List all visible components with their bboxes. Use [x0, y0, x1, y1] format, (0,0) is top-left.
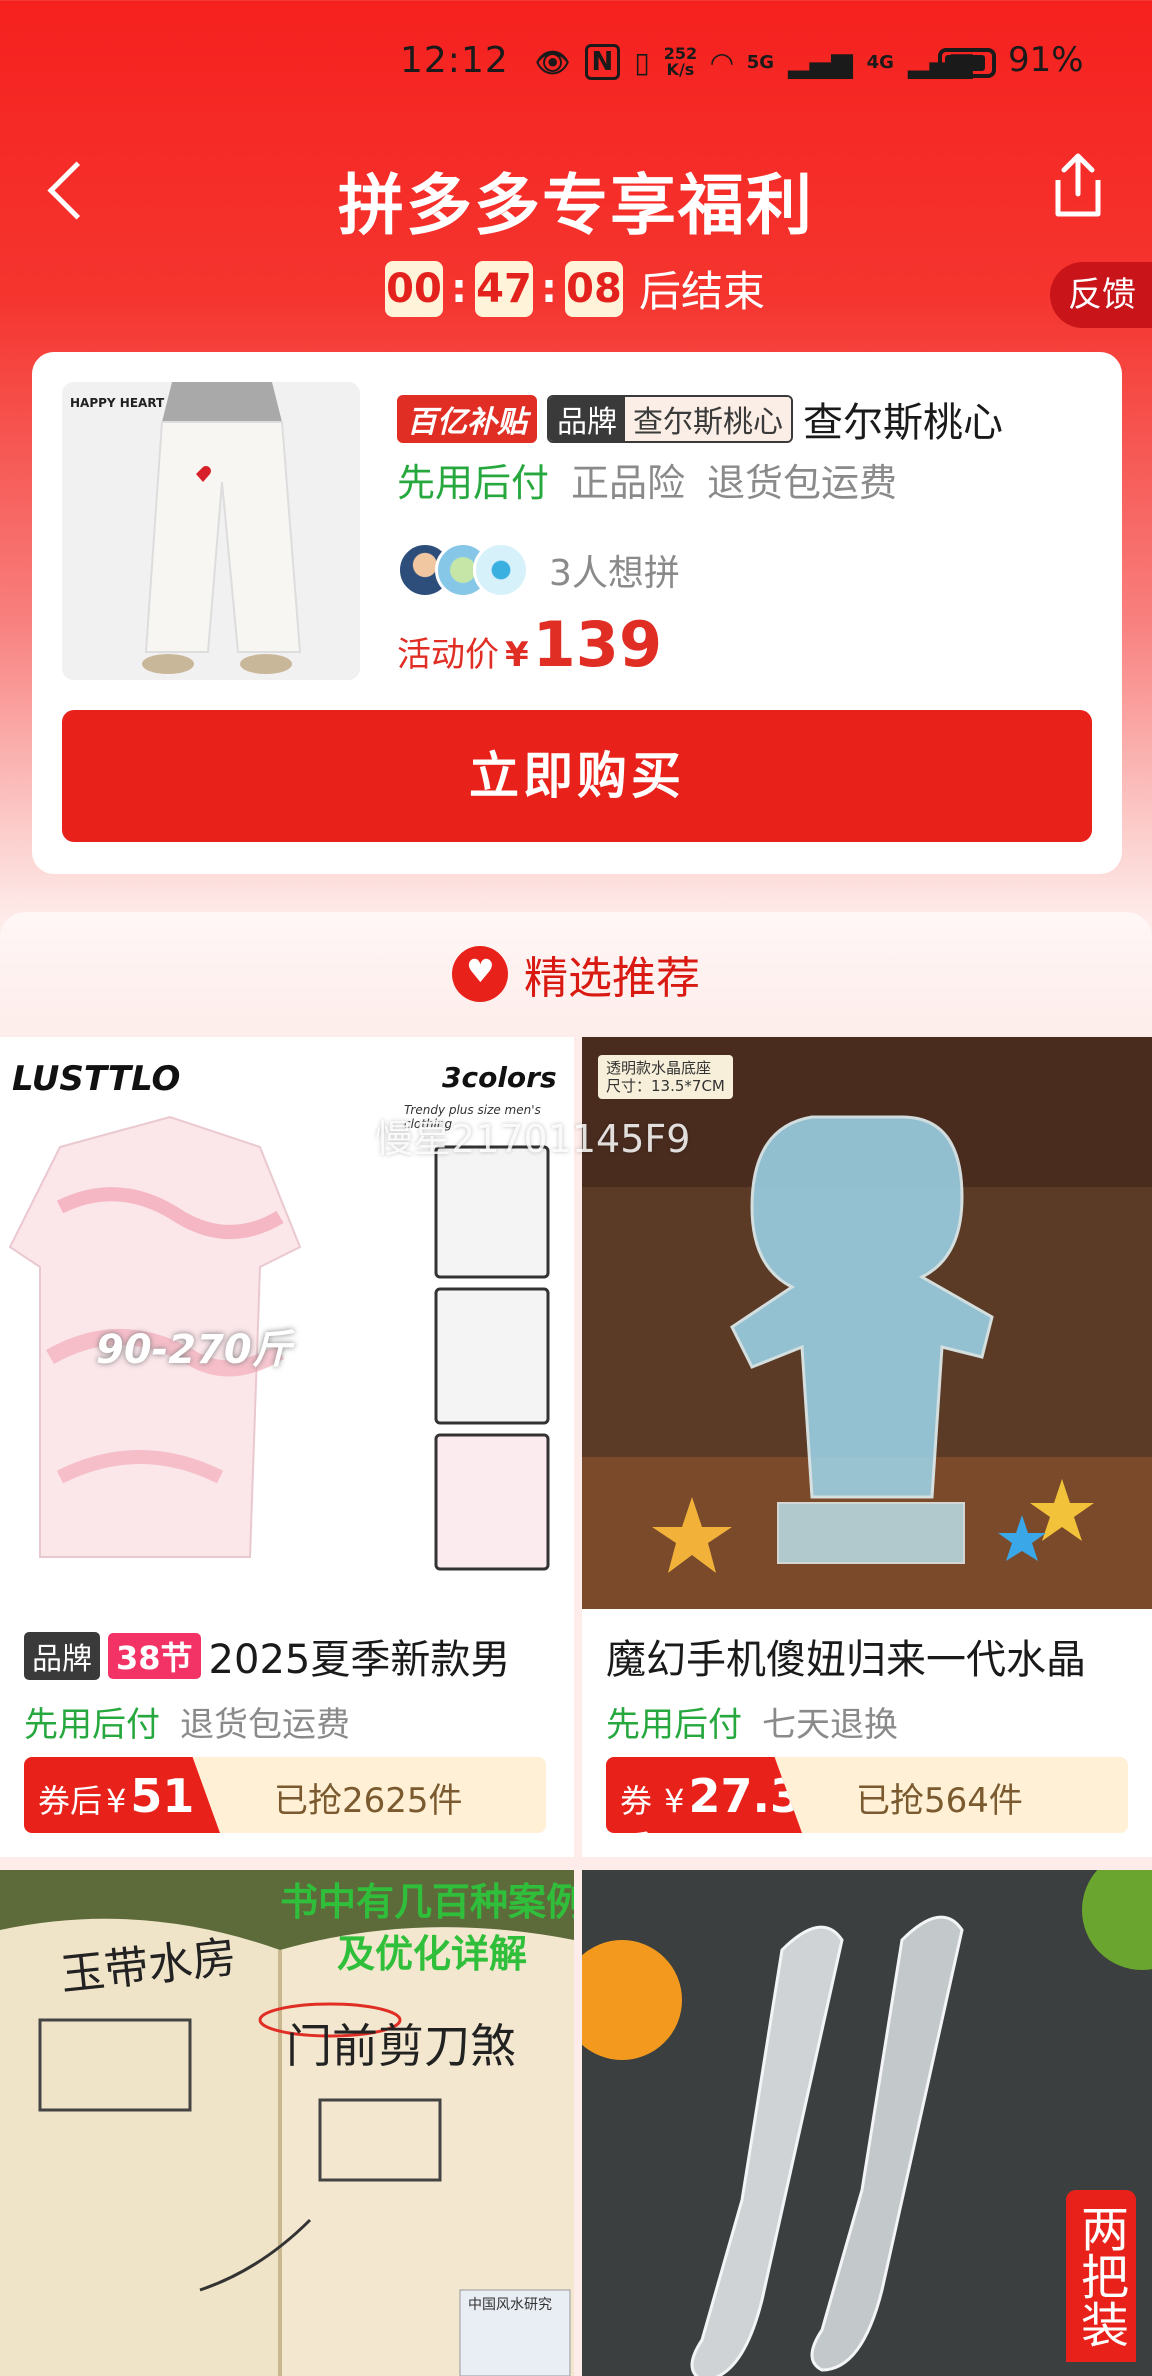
image-size-text: 90-270斤 [96, 1327, 292, 1373]
coupon-price-bar: 券后 ¥ 51 已抢2625件 [24, 1757, 546, 1833]
status-bar: 12:12 👁 N ▯ 252 K/s ◠ 5G ▂▄▆ 4G ▂▄▆ 91% [0, 40, 1152, 92]
countdown-separator: : [451, 265, 467, 312]
status-time: 12:12 [400, 40, 509, 81]
countdown-suffix: 后结束 [639, 267, 766, 316]
brand-tag-label: 品牌 [549, 397, 625, 441]
recommend-header: 精选推荐 [0, 942, 1152, 1006]
buy-now-button[interactable]: 立即购买 [62, 710, 1092, 842]
countdown: 00 : 47 : 08 后结束 [385, 258, 765, 319]
image-brand-text: LUSTTLO [12, 1059, 181, 1099]
coupon-price-bar: 券后 ¥ 27.3 已抢564件 [606, 1757, 1128, 1833]
group-buyers: 3人想拼 [397, 542, 680, 598]
watermark: 慢星21701145F9 [375, 1117, 691, 1161]
price-value: 139 [532, 608, 663, 681]
want-count: 3人想拼 [549, 553, 680, 594]
sold-count: 已抢564件 [856, 1781, 1023, 1821]
coupon-price-value: 27.3 [688, 1769, 803, 1823]
perk-pay-later: 先用后付 [606, 1705, 742, 1745]
sold-count: 已抢2625件 [274, 1781, 463, 1821]
perk-seven-day-return: 七天退换 [762, 1705, 898, 1745]
currency-symbol: ¥ [505, 635, 529, 675]
countdown-hours: 00 [385, 260, 443, 317]
perk-genuine: 正品险 [571, 461, 686, 505]
product-tile-title: 2025夏季新款男 [208, 1637, 511, 1683]
wifi-icon: ◠ [711, 45, 733, 79]
brand-tag: 品牌 查尔斯桃心 [547, 395, 793, 443]
product-perks: 先用后付 正品险 退货包运费 [397, 452, 897, 507]
product-title-row: 百亿补贴 品牌 查尔斯桃心 查尔斯桃心 [397, 390, 1003, 448]
coupon-price: 券后 ¥ 27.3 [606, 1757, 802, 1833]
price-label: 活动价 [397, 635, 499, 675]
product-tile-title-row: 魔幻手机傻妞归来一代水晶 [606, 1627, 1086, 1685]
image-headline: 书中有几百种案例 及优化详解 [280, 1880, 574, 1976]
coupon-label: 券后 [38, 1782, 103, 1820]
countdown-seconds: 08 [565, 260, 623, 317]
page-title: 拼多多专享福利 [338, 167, 814, 244]
image-heading-b: 门前剪刀煞 [286, 2019, 516, 2073]
perk-pay-later: 先用后付 [24, 1705, 160, 1745]
image-badge: 透明款水晶底座 尺寸：13.5*7CM [598, 1055, 733, 1099]
product-image[interactable]: HAPPY HEART [62, 382, 360, 680]
signal-5g: 5G [746, 51, 774, 73]
product-tile-title-row: 品牌 38节 2025夏季新款男 [24, 1627, 510, 1685]
battery-icon [938, 48, 996, 78]
product-card[interactable]: HAPPY HEART 百亿补贴 品牌 查尔斯桃心 查尔斯桃心 先用后付 正品险… [32, 352, 1122, 874]
brand-tag-name: 查尔斯桃心 [625, 397, 791, 441]
share-button[interactable] [1050, 150, 1106, 220]
product-tile-perks: 先用后付 七天退换 [606, 1697, 898, 1746]
countdown-separator: : [541, 265, 557, 312]
product-title: 查尔斯桃心 [803, 400, 1003, 446]
coupon-price-value: 51 [130, 1769, 195, 1823]
product-tile[interactable]: 书中有几百种案例 及优化详解 玉带水房 门前剪刀煞 中国风水研究 [0, 1870, 574, 2376]
avatar [473, 542, 529, 598]
image-colors-text: 3colors [442, 1061, 557, 1094]
vibrate-icon: ▯ [634, 45, 650, 79]
coupon-price: 券后 ¥ 51 [24, 1757, 220, 1833]
product-tile[interactable]: 两把装 [582, 1870, 1152, 2376]
share-icon [1055, 153, 1101, 217]
nfc-icon: N [584, 44, 621, 80]
net-speed: 252 K/s [663, 44, 698, 79]
perk-pay-later: 先用后付 [397, 461, 550, 505]
pants-image [62, 382, 360, 680]
perk-return-shipping: 退货包运费 [180, 1705, 350, 1745]
signal-bars-icon: ▂▄▆ [788, 45, 853, 79]
price-row: 活动价 ¥ 139 [397, 608, 662, 681]
eye-icon: 👁 [535, 45, 571, 79]
product-tile-image[interactable]: 书中有几百种案例 及优化详解 玉带水房 门前剪刀煞 中国风水研究 [0, 1870, 574, 2376]
recommend-title: 精选推荐 [524, 953, 700, 1004]
signal-4g: 4G [866, 51, 894, 73]
event-tag: 38节 [108, 1633, 201, 1679]
status-icons: 👁 N ▯ 252 K/s ◠ 5G ▂▄▆ 4G ▂▄▆ [535, 44, 973, 80]
coupon-label: 券后 [620, 1782, 653, 1857]
product-tile-perks: 先用后付 退货包运费 [24, 1697, 350, 1746]
subsidy-tag: 百亿补贴 [397, 395, 537, 443]
battery-level: 91% [1008, 40, 1084, 80]
currency-symbol: ¥ [664, 1782, 685, 1820]
currency-symbol: ¥ [106, 1782, 127, 1820]
feedback-button[interactable]: 反馈 [1050, 262, 1152, 328]
image-book-label: 中国风水研究 [468, 2297, 552, 2313]
product-image-caption: HAPPY HEART [70, 396, 165, 410]
perk-return-shipping: 退货包运费 [707, 461, 898, 505]
product-tile-image[interactable]: 两把装 [582, 1870, 1152, 2376]
countdown-minutes: 47 [475, 260, 533, 317]
product-tile-title: 魔幻手机傻妞归来一代水晶 [606, 1637, 1086, 1683]
image-side-badge: 两把装 [1066, 2190, 1136, 2362]
heart-icon [452, 946, 508, 1002]
brand-tag: 品牌 [24, 1632, 100, 1680]
